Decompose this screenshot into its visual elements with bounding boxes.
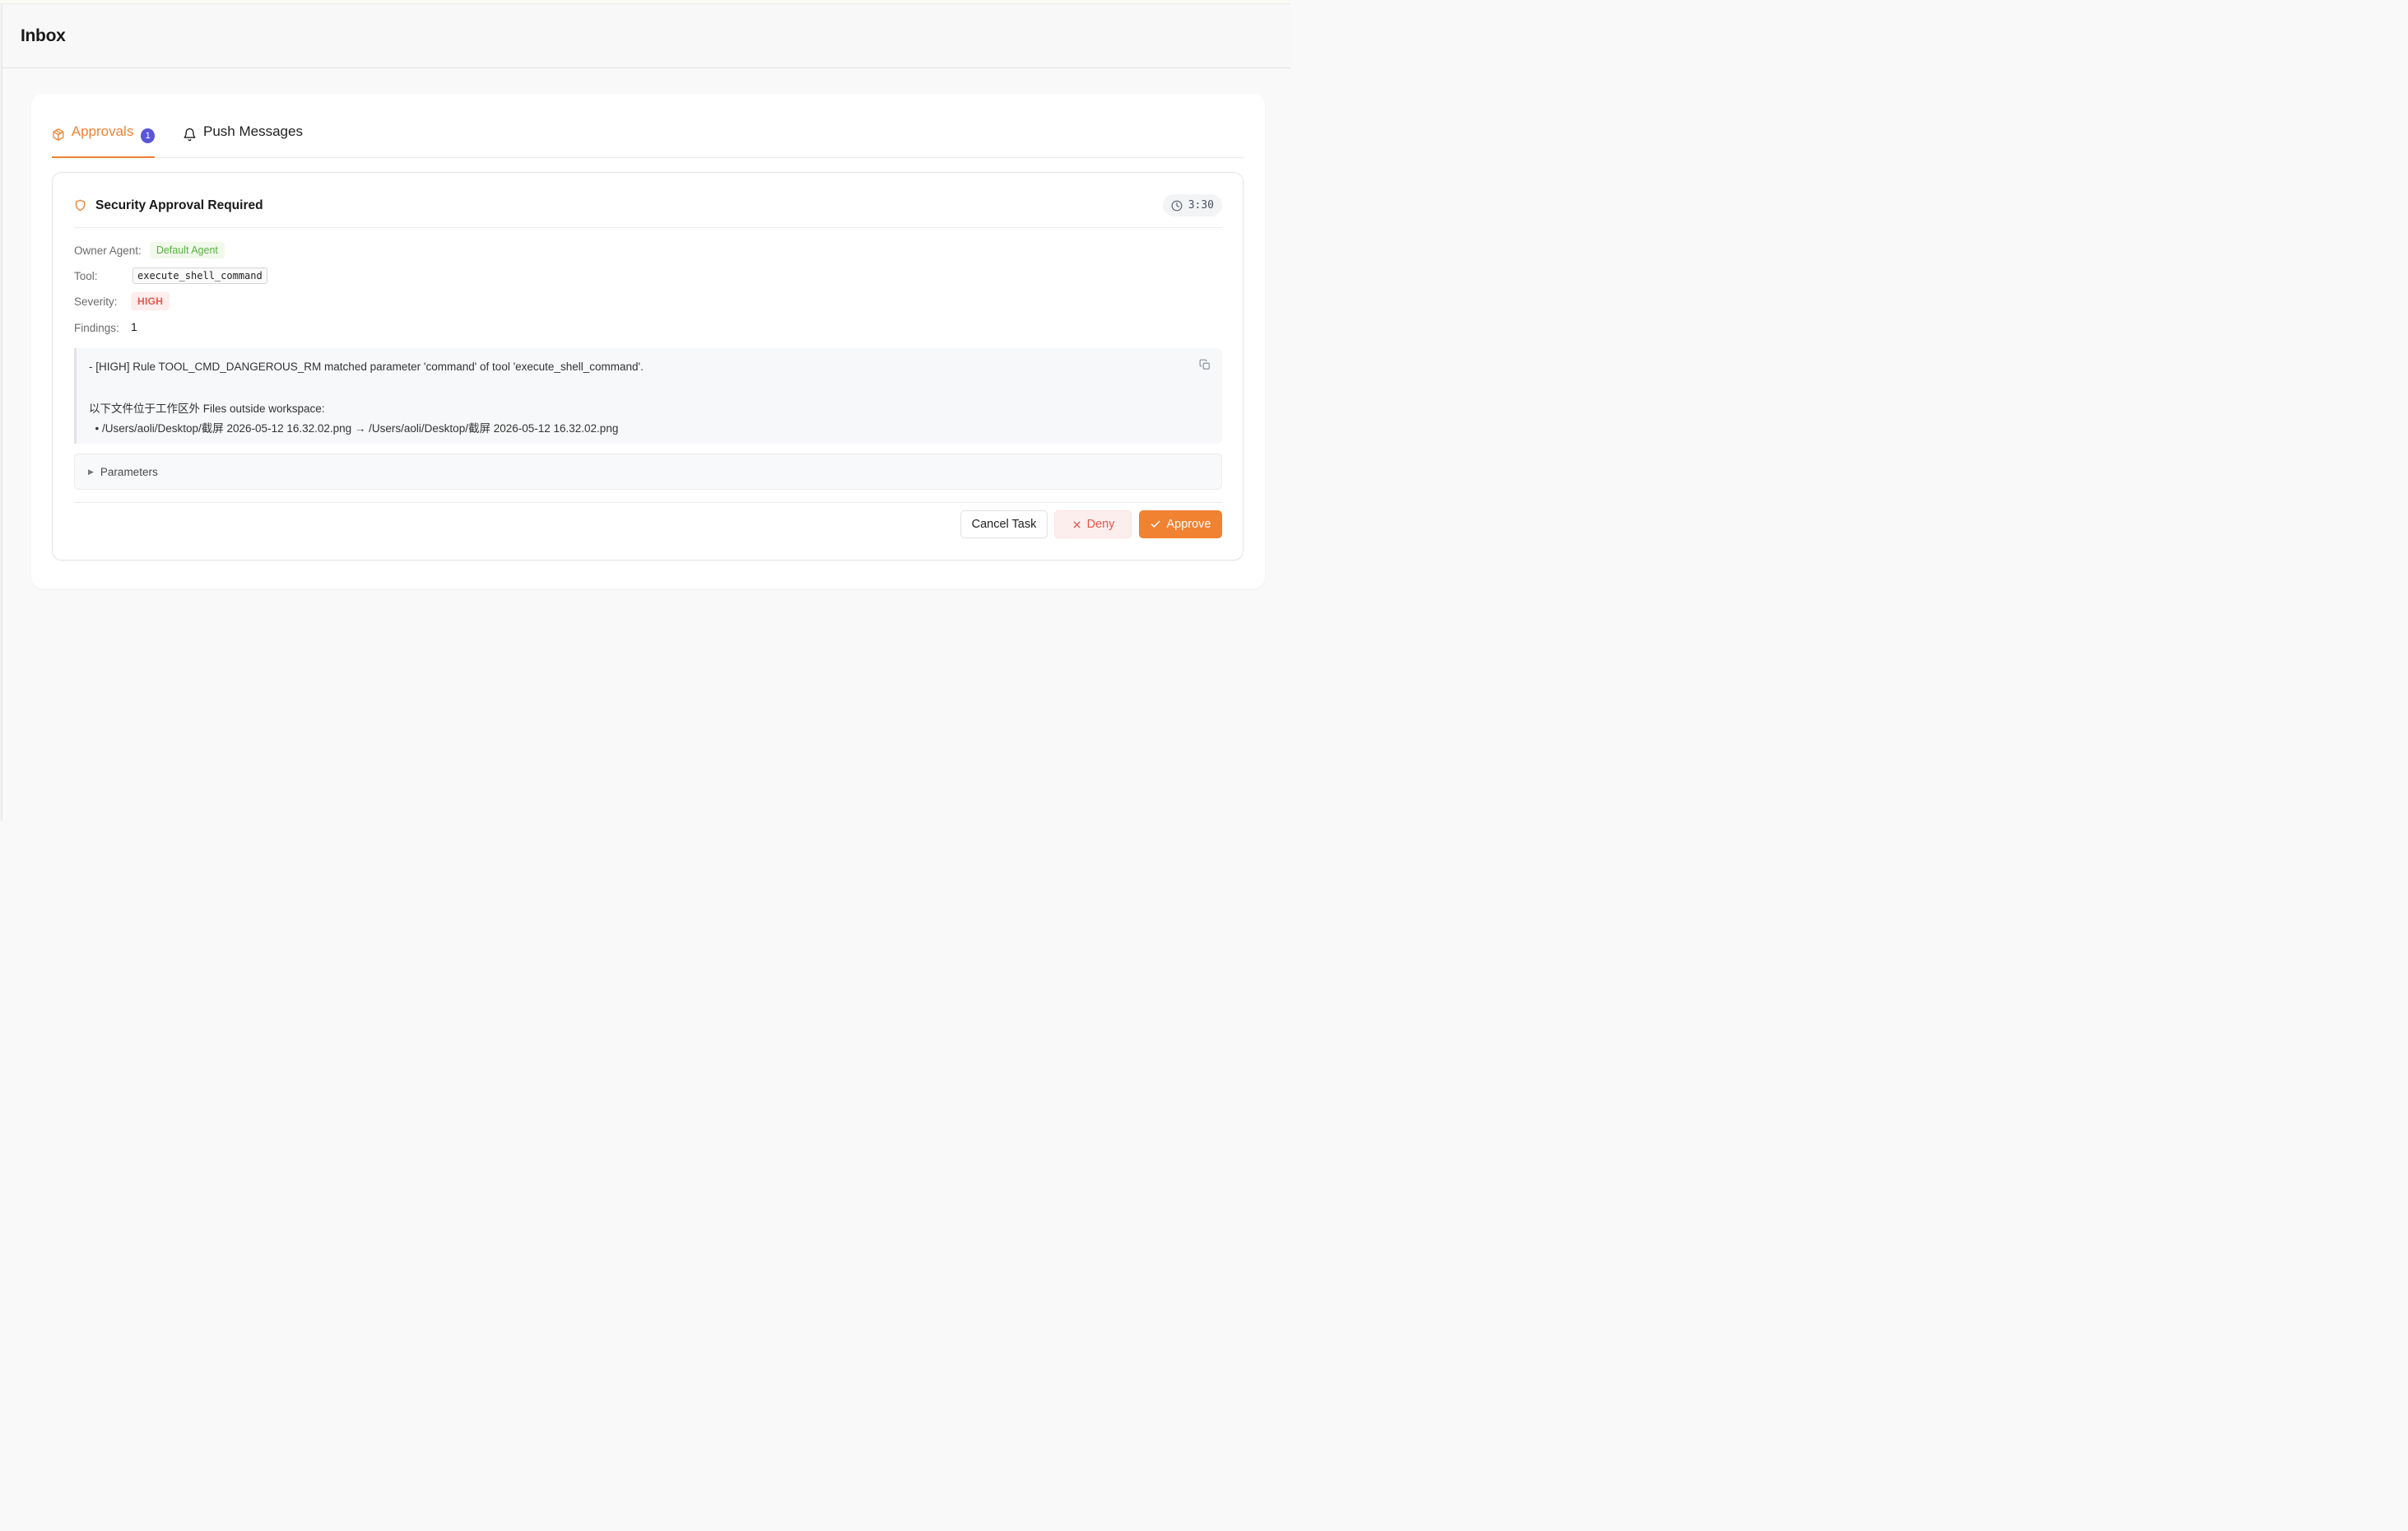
shield-icon <box>75 199 86 212</box>
approvals-count-badge: 1 <box>141 128 155 143</box>
finding-line-file: • /Users/aoli/Desktop/截屏 2026-05-12 16.3… <box>89 422 619 435</box>
tab-approvals-label: Approvals <box>71 123 134 139</box>
countdown-timer: 3:30 <box>1162 194 1222 216</box>
window-left-edge <box>0 4 2 821</box>
approval-card: Security Approval Required 3:30 Owner Ag… <box>52 172 1244 561</box>
clock-icon <box>1171 200 1183 211</box>
approve-button[interactable]: Approve <box>1139 510 1222 538</box>
approval-card-header: Security Approval Required 3:30 <box>74 173 1222 228</box>
tab-push-messages[interactable]: Push Messages <box>183 123 303 158</box>
finding-line-workspace: 以下文件位于工作区外 Files outside workspace: <box>89 403 325 415</box>
tool-row: Tool: execute_shell_command <box>74 267 403 285</box>
severity-label: Severity: <box>74 295 118 308</box>
tab-approvals[interactable]: Approvals 1 <box>52 123 155 158</box>
findings-count: 1 <box>131 320 137 333</box>
check-icon <box>1151 520 1160 528</box>
severity-row: Severity: HIGH <box>74 292 403 310</box>
package-icon <box>53 128 64 141</box>
owner-agent-label: Owner Agent: <box>74 244 142 257</box>
cancel-task-label: Cancel Task <box>971 518 1037 531</box>
bell-icon <box>184 128 196 142</box>
findings-detail-box: - [HIGH] Rule TOOL_CMD_DANGEROUS_RM matc… <box>74 348 1222 444</box>
parameters-disclosure[interactable]: ▶ Parameters <box>74 454 1222 490</box>
finding-line-rule: - [HIGH] Rule TOOL_CMD_DANGEROUS_RM matc… <box>89 361 644 373</box>
approve-label: Approve <box>1166 518 1211 531</box>
page-header: Inbox <box>2 4 1290 68</box>
tab-push-messages-label: Push Messages <box>203 123 303 139</box>
tab-bar: Approvals 1 Push Messages <box>52 94 1244 158</box>
findings-row: Findings: 1 <box>74 319 403 337</box>
actions-divider <box>74 502 1222 503</box>
deny-button[interactable]: Deny <box>1054 510 1132 538</box>
deny-label: Deny <box>1086 518 1115 531</box>
findings-label: Findings: <box>74 321 119 334</box>
timer-value: 3:30 <box>1188 199 1214 212</box>
owner-agent-badge: Default Agent <box>149 242 225 258</box>
page-title: Inbox <box>21 26 66 45</box>
tool-name-code: execute_shell_command <box>132 268 267 284</box>
disclosure-triangle-icon: ▶ <box>88 467 94 476</box>
parameters-label: Parameters <box>100 465 158 478</box>
tool-label: Tool: <box>74 269 98 282</box>
owner-agent-row: Owner Agent: Default Agent <box>74 241 225 259</box>
approval-title: Security Approval Required <box>95 198 263 212</box>
close-icon <box>1073 521 1080 528</box>
inbox-panel: Approvals 1 Push Messages Security Appro… <box>31 94 1265 589</box>
copy-icon[interactable] <box>1199 359 1211 370</box>
cancel-task-button[interactable]: Cancel Task <box>960 510 1048 538</box>
severity-badge: HIGH <box>131 292 170 310</box>
